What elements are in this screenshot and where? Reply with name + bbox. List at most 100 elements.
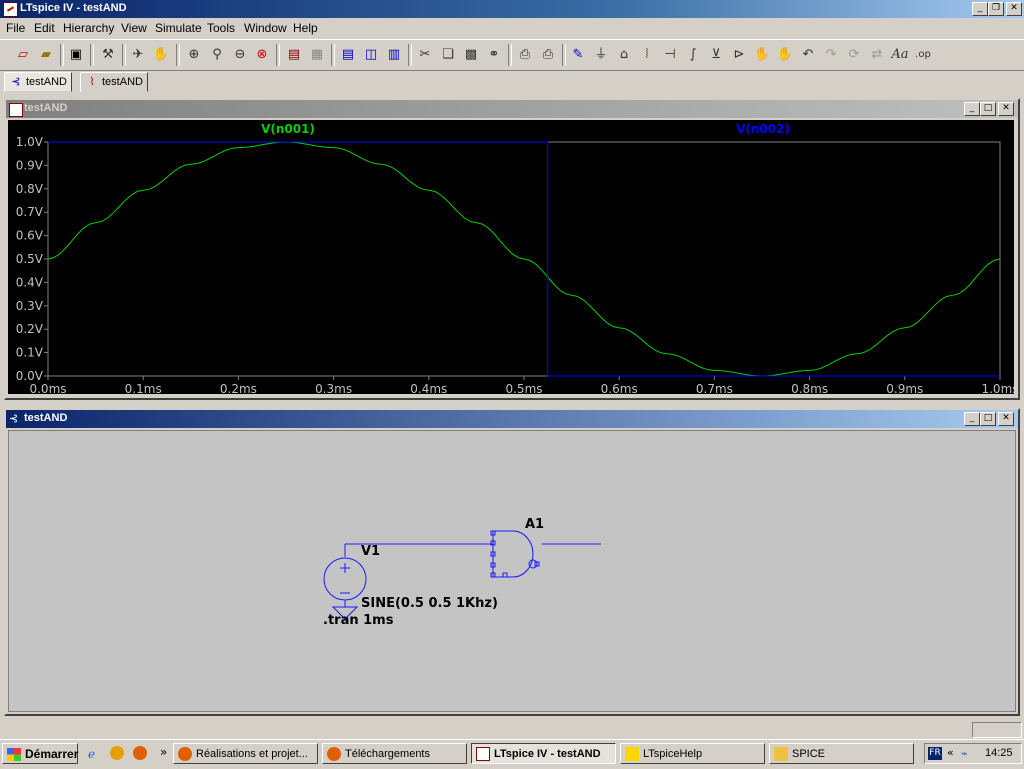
tile-vertical-icon[interactable]: ▥ (384, 45, 404, 65)
source-name-label[interactable]: V1 (361, 544, 380, 559)
redo-icon[interactable]: ↷ (821, 45, 841, 65)
menu-edit[interactable]: Edit (34, 21, 55, 35)
task-ltspicehelp[interactable]: LTspiceHelp (620, 743, 765, 764)
series-line-v-n001 (47, 141, 1001, 377)
zoom-out-icon[interactable]: ⊖ (230, 45, 250, 65)
print-setup-icon[interactable]: ⎙ (515, 45, 535, 65)
maximize-button[interactable]: □ (980, 102, 996, 116)
app-title: LTspice IV - testAND (20, 2, 127, 14)
print-icon[interactable]: ⎙ (538, 45, 558, 65)
diode-icon[interactable]: ⊻ (706, 45, 726, 65)
taskbar: Démarrer ℯ » Réalisations et projet... T… (0, 739, 1024, 769)
restore-button[interactable]: ❐ (988, 2, 1004, 16)
voltage-source-v1[interactable] (323, 557, 367, 607)
new-schematic-icon[interactable]: ▱ (13, 45, 33, 65)
label-net-icon[interactable]: ⌂ (614, 45, 634, 65)
open-icon[interactable]: ▰ (36, 45, 56, 65)
inductor-icon[interactable]: ∫ (683, 45, 703, 65)
menu-file[interactable]: File (6, 21, 25, 35)
firefox-quicklaunch-icon[interactable] (133, 746, 147, 760)
task-spice-folder[interactable]: SPICE (769, 743, 914, 764)
legend-v-n001[interactable]: V(n001) (261, 122, 315, 136)
chevron-left-icon[interactable]: « (947, 746, 954, 759)
menu-help[interactable]: Help (293, 21, 318, 35)
menu-simulate[interactable]: Simulate (155, 21, 202, 35)
schematic-drawing[interactable]: A1 V1 SINE(0.5 0.5 1Khz) .tran 1ms (9, 431, 1015, 711)
ie-quicklaunch-icon[interactable]: ℯ (88, 747, 102, 761)
capacitor-icon[interactable]: ⊣ (660, 45, 680, 65)
cut-icon[interactable]: ✂ (415, 45, 435, 65)
chevron-right-icon[interactable]: » (160, 745, 167, 759)
task-realisations[interactable]: Réalisations et projet... (173, 743, 318, 764)
move-icon[interactable]: ✋ (752, 45, 772, 65)
x-tick-label: 0.5ms (505, 382, 542, 394)
undo-icon[interactable]: ↶ (798, 45, 818, 65)
plot-pane[interactable]: 0.0V 0.1V 0.2V 0.3V 0.4V 0.5V 0.6V 0.7V 0.8V 0.9V… (8, 120, 1019, 396)
spice-directive-label[interactable]: .tran 1ms (323, 613, 394, 628)
task-telechargements[interactable]: Téléchargements (322, 743, 467, 764)
minimize-button[interactable]: _ (964, 412, 980, 426)
minimize-button[interactable]: _ (964, 102, 980, 116)
wire-icon[interactable]: ✎ (568, 45, 588, 65)
x-tick-label: 0.2ms (220, 382, 257, 394)
menu-hierarchy[interactable]: Hierarchy (63, 21, 114, 35)
find-icon[interactable]: ⚭ (484, 45, 504, 65)
schematic-window-title-bar: ⊰ testAND _ □ ✕ (6, 410, 1018, 428)
halt-icon[interactable]: ✋ (151, 45, 171, 65)
y-tick-label: 0.6V (16, 229, 44, 243)
ltspice-app-icon[interactable] (3, 2, 18, 17)
spice-directive-icon[interactable]: .op (913, 45, 933, 65)
tab-schematic[interactable]: ⊰ testAND (4, 72, 72, 92)
paste-icon[interactable]: ▩ (461, 45, 481, 65)
zoom-in-icon[interactable]: ⊕ (184, 45, 204, 65)
component-icon[interactable]: ⊳ (729, 45, 749, 65)
gate-name-label[interactable]: A1 (525, 517, 544, 532)
waveform-window-title: testAND (24, 102, 68, 114)
maximize-button[interactable]: □ (980, 412, 996, 426)
autorange-icon[interactable]: ▤ (284, 45, 304, 65)
network-icon[interactable]: ⌁ (961, 747, 968, 760)
source-value-label[interactable]: SINE(0.5 0.5 1Khz) (361, 596, 498, 611)
firefox-icon (178, 747, 192, 761)
schematic-canvas[interactable]: A1 V1 SINE(0.5 0.5 1Khz) .tran 1ms (8, 430, 1016, 712)
language-indicator[interactable]: FR (928, 747, 942, 760)
task-ltspice[interactable]: LTspice IV - testAND (471, 743, 616, 764)
tile-horizontal-icon[interactable]: ▤ (338, 45, 358, 65)
rotate-icon[interactable]: ⟳ (844, 45, 864, 65)
zoom-area-icon[interactable]: ⚲ (207, 45, 227, 65)
x-tick-label: 0.3ms (315, 382, 352, 394)
legend-v-n002[interactable]: V(n002) (736, 122, 790, 136)
tab-waveform[interactable]: ⌇ testAND (80, 72, 148, 92)
task-label: Réalisations et projet... (196, 748, 308, 760)
resistor-icon[interactable]: ⦚ (637, 45, 657, 65)
text-icon[interactable]: Aa (890, 45, 910, 65)
save-icon[interactable]: ▣ (66, 45, 86, 65)
menu-tools[interactable]: Tools (207, 21, 235, 35)
run-icon[interactable]: ✈ (128, 45, 148, 65)
menu-bar: File Edit Hierarchy View Simulate Tools … (0, 18, 1024, 38)
copy-icon[interactable]: ❏ (438, 45, 458, 65)
task-label: SPICE (792, 748, 826, 760)
y-tick-label: 0.4V (16, 275, 44, 289)
status-panel (972, 722, 1022, 738)
minimize-button[interactable]: _ (972, 2, 988, 16)
zoom-cancel-icon[interactable]: ⊗ (252, 45, 272, 65)
close-button[interactable]: ✕ (998, 412, 1014, 426)
schematic-icon: ⊰ (11, 76, 21, 88)
ground-icon[interactable]: ⏚ (591, 45, 611, 65)
drag-icon[interactable]: ✋ (775, 45, 795, 65)
control-panel-icon[interactable]: ⚒ (98, 45, 118, 65)
media-player-icon[interactable] (110, 746, 124, 760)
and-gate-a1[interactable] (490, 530, 540, 578)
mirror-icon[interactable]: ⇄ (867, 45, 887, 65)
task-label: Téléchargements (345, 748, 430, 760)
grid-icon[interactable]: ▦ (307, 45, 327, 65)
cascade-icon[interactable]: ◫ (361, 45, 381, 65)
menu-window[interactable]: Window (244, 21, 287, 35)
close-button[interactable]: ✕ (998, 102, 1014, 116)
status-bar (0, 720, 1024, 738)
start-button[interactable]: Démarrer (2, 743, 78, 764)
menu-view[interactable]: View (121, 21, 147, 35)
waveform-plot[interactable]: 0.0V 0.1V 0.2V 0.3V 0.4V 0.5V 0.6V 0.7V 0.8V 0.9V… (8, 120, 1019, 396)
close-button[interactable]: ✕ (1006, 2, 1022, 16)
